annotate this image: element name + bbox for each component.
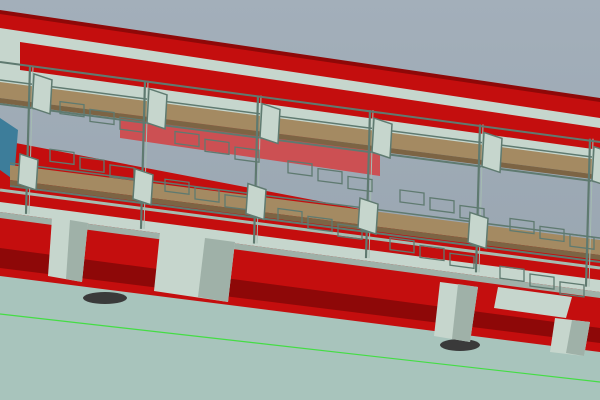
upper-seat-back [31,72,53,115]
wheel-left [83,292,127,304]
lower-seat-back [357,197,379,236]
upper-seat-back [591,145,600,185]
cad-scene[interactable] [0,0,600,400]
upper-seat-back [371,117,393,160]
upper-seat-back [481,131,503,174]
lower-seat-back [245,182,267,221]
upper-seat-back [259,102,281,145]
lower-seat-back [132,167,154,206]
cad-viewport[interactable] [0,0,600,400]
lower-seat-back [17,152,39,191]
lower-seat-back [467,211,489,250]
upper-seat-back [146,87,168,130]
wheel-right [440,339,480,351]
